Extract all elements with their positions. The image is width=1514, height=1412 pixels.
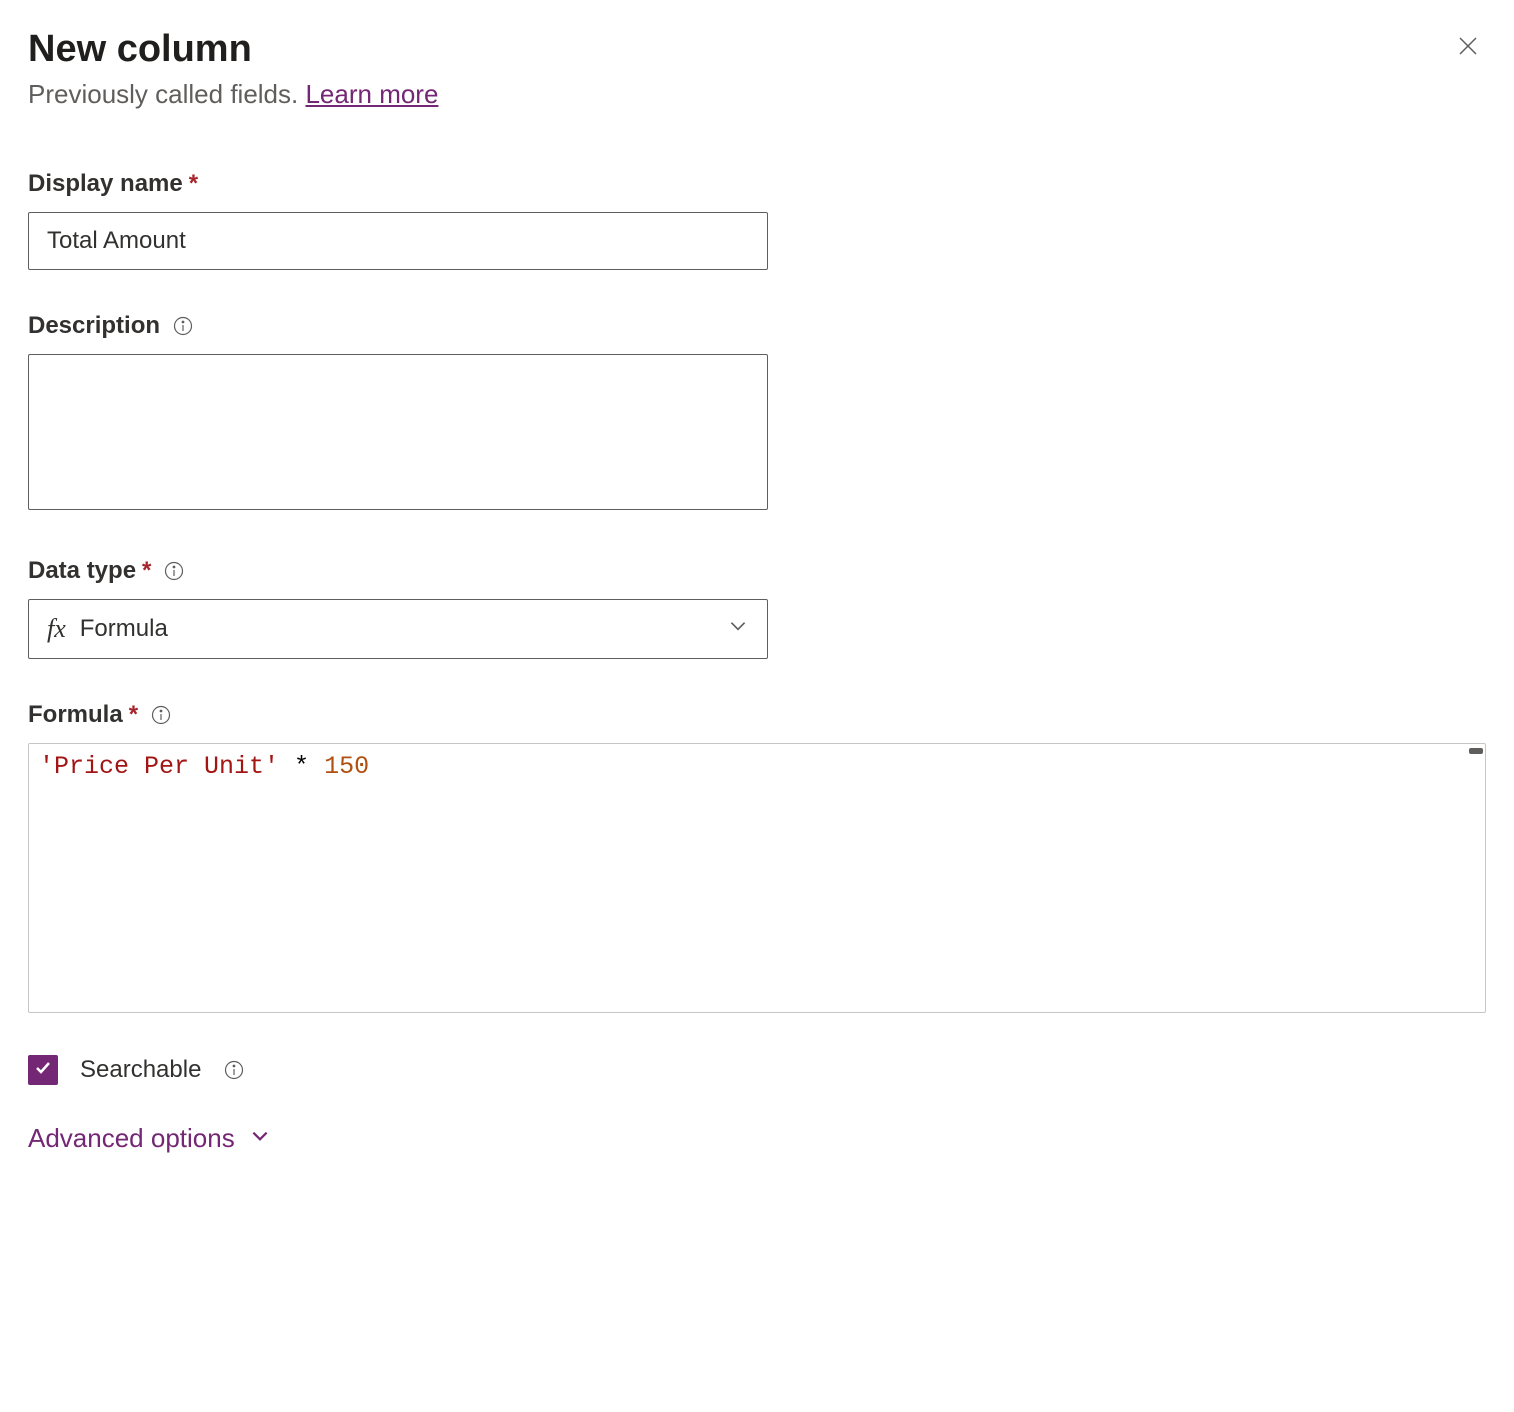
searchable-label: Searchable (80, 1056, 201, 1084)
formula-number-token: 150 (324, 752, 369, 781)
data-type-selected-value: Formula (80, 615, 168, 643)
data-type-label: Data type* (28, 557, 1486, 585)
info-icon[interactable] (150, 704, 172, 726)
panel-subtitle: Previously called fields. Learn more (28, 79, 1486, 110)
data-type-label-text: Data type (28, 557, 136, 584)
required-indicator: * (189, 170, 198, 197)
chevron-down-icon (249, 1123, 271, 1154)
advanced-options-label: Advanced options (28, 1123, 235, 1154)
description-label: Description (28, 312, 1486, 340)
display-name-label: Display name* (28, 170, 1486, 198)
checkmark-icon (33, 1058, 53, 1083)
scrollbar-thumb[interactable] (1469, 748, 1483, 754)
close-button[interactable] (1450, 28, 1486, 67)
data-type-dropdown[interactable]: fx Formula (28, 599, 768, 659)
info-icon[interactable] (172, 315, 194, 337)
chevron-down-icon (727, 615, 749, 644)
formula-string-token: 'Price Per Unit' (39, 752, 279, 781)
fx-icon: fx (47, 614, 66, 644)
subtitle-text: Previously called fields. (28, 79, 305, 109)
info-icon[interactable] (223, 1059, 245, 1081)
formula-editor[interactable]: 'Price Per Unit' * 150 (28, 743, 1486, 1013)
close-icon (1456, 34, 1480, 61)
description-input[interactable] (28, 354, 768, 510)
info-icon[interactable] (163, 560, 185, 582)
display-name-input[interactable] (28, 212, 768, 270)
required-indicator: * (142, 557, 151, 584)
formula-label: Formula* (28, 701, 1486, 729)
display-name-label-text: Display name (28, 170, 183, 197)
formula-label-text: Formula (28, 701, 123, 728)
advanced-options-toggle[interactable]: Advanced options (28, 1123, 271, 1154)
description-label-text: Description (28, 312, 160, 340)
formula-operator-token: * (279, 752, 324, 781)
learn-more-link[interactable]: Learn more (305, 79, 438, 109)
searchable-checkbox[interactable] (28, 1055, 58, 1085)
panel-title: New column (28, 28, 252, 71)
required-indicator: * (129, 701, 138, 728)
